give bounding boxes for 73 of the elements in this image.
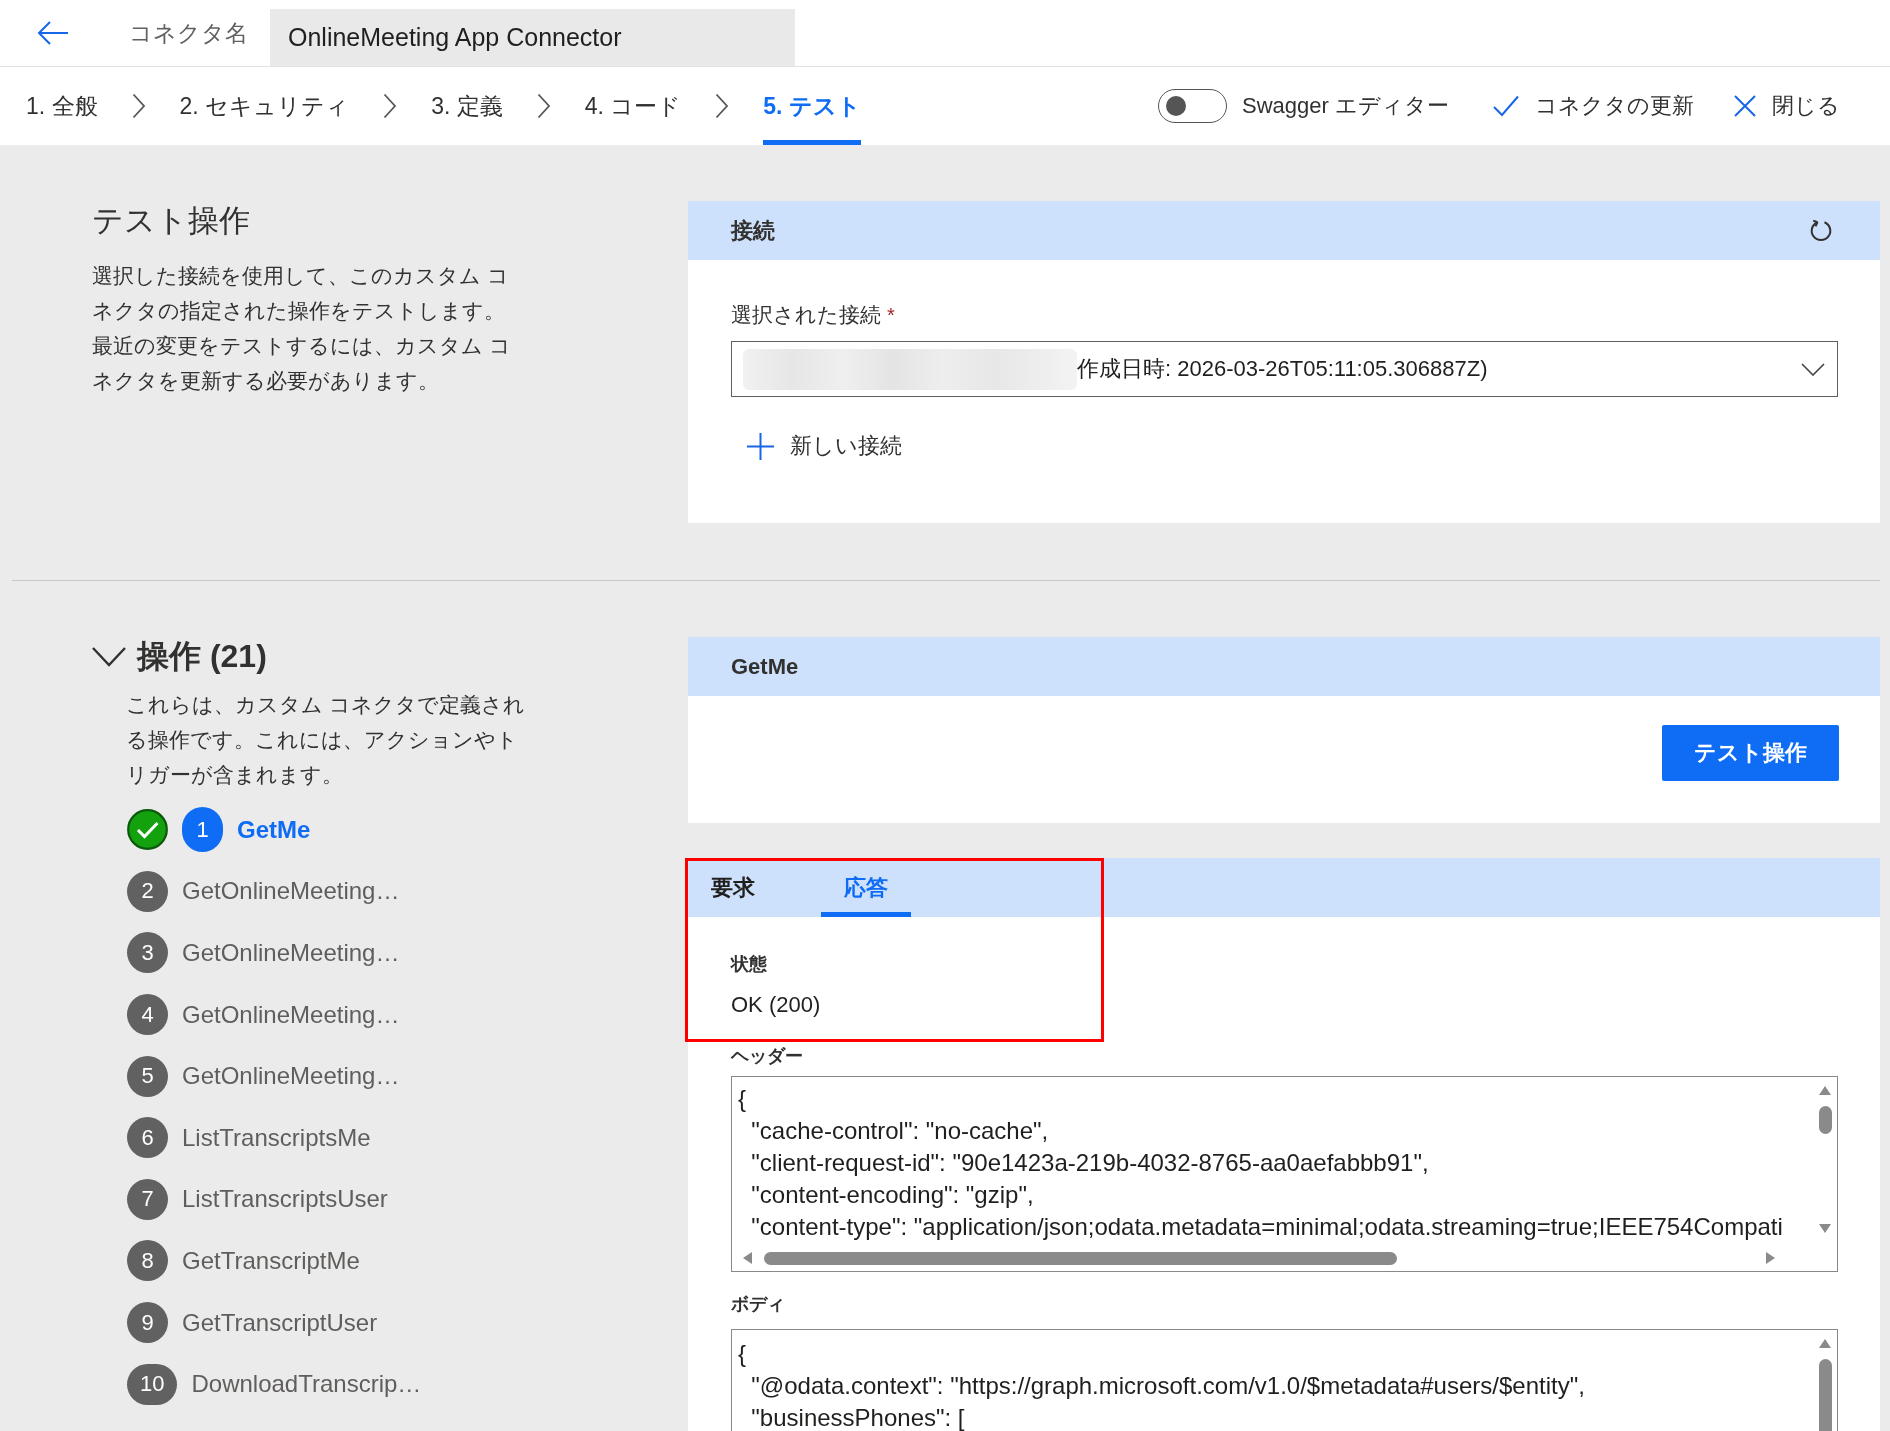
card-title: 接続: [731, 216, 775, 245]
scroll-up-arrow-icon[interactable]: [1819, 1086, 1831, 1095]
step-tab[interactable]: 4. コード: [584, 67, 682, 145]
body-code-box[interactable]: { "@odata.context": "https://graph.microsoft.com/v1.0/$metadata#users/$entity", "businessPhones": [: [731, 1329, 1838, 1431]
description-text: これらは、カスタム コネクタで定義される操作です。これには、アクションやトリガーが含まれます。: [126, 692, 526, 788]
new-connection-button[interactable]: 新しい接続: [731, 424, 902, 468]
number-badge: 3: [127, 932, 168, 974]
operations-header-button[interactable]: 操作 (21): [92, 637, 267, 677]
chevron-right-icon: [383, 93, 398, 119]
code-text: { "@odata.context": "https://graph.microsoft.com/v1.0/$metadata#users/$entity", "businessPhones": [: [737, 1339, 1586, 1431]
scrollbar-thumb[interactable]: [764, 1251, 1397, 1265]
chevron-right-icon: [536, 93, 551, 119]
card-title: GetMe: [731, 653, 799, 680]
refresh-icon: [1809, 218, 1833, 243]
chevron-right-icon: [715, 93, 730, 119]
field-label: 状態: [731, 953, 768, 976]
back-arrow-icon: [37, 21, 69, 45]
required-mark: *: [887, 303, 895, 327]
description-text: 選択した接続を使用して、このカスタム コネクタの指定された操作をテストします。: [92, 263, 510, 324]
close-button[interactable]: 閉じる: [1734, 91, 1840, 121]
operation-item[interactable]: 2 GetOnlineMeeting…: [127, 860, 400, 923]
back-button[interactable]: [37, 21, 69, 45]
scrollbar-thumb[interactable]: [1818, 1106, 1832, 1134]
toggle-switch[interactable]: [1158, 89, 1228, 123]
description-text: 最近の変更をテストするには、カスタム コネクタを更新する必要があります。: [92, 333, 512, 394]
operation-item[interactable]: 7 ListTranscriptsUser: [127, 1168, 388, 1231]
checkmark-icon: [1493, 95, 1519, 117]
update-connector-button[interactable]: コネクタの更新: [1493, 91, 1694, 121]
result-tab[interactable]: 要求: [688, 858, 778, 917]
scroll-right-arrow-icon[interactable]: [1766, 1252, 1775, 1264]
step-tab[interactable]: 3. 定義: [431, 67, 503, 145]
scroll-up-arrow-icon[interactable]: [1819, 1339, 1831, 1348]
number-badge: 8: [127, 1240, 168, 1282]
field-label: ヘッダー: [731, 1045, 804, 1068]
field-label: ボディ: [731, 1293, 786, 1316]
code-text: { "cache-control": "no-cache", "client-request-id": "90e1423a-219b-4032-8765-aa0aefabbb91", "content-encoding": "gzip", "content-type": "application/json;odata.metadata=minimal;odata.streaming=true;IEEE754Compati: [737, 1084, 1784, 1242]
connector-name-field[interactable]: OnlineMeeting App Connector: [270, 9, 795, 66]
number-badge: 5: [127, 1055, 168, 1097]
chevron-down-icon: [1801, 362, 1825, 376]
number-badge: 10: [127, 1363, 178, 1405]
number-badge: 4: [127, 994, 168, 1036]
close-icon: [1734, 95, 1756, 117]
step-tab[interactable]: 1. 全般: [26, 67, 98, 145]
refresh-button[interactable]: [1809, 218, 1833, 243]
operation-item[interactable]: 8 GetTranscriptMe: [127, 1230, 360, 1292]
test-operation-button[interactable]: テスト操作: [1662, 725, 1839, 781]
number-badge: 7: [127, 1178, 168, 1220]
connector-name-label: コネクタ名: [129, 18, 248, 48]
section-title: テスト操作: [92, 202, 251, 240]
operation-item[interactable]: 5 GetOnlineMeeting…: [127, 1045, 400, 1107]
plus-icon: [747, 432, 774, 460]
scroll-left-arrow-icon[interactable]: [743, 1252, 752, 1264]
result-tab[interactable]: 応答: [821, 858, 911, 917]
number-badge: 6: [127, 1117, 168, 1159]
step-tab[interactable]: 2. セキュリティ: [179, 67, 350, 145]
chevron-right-icon: [131, 93, 146, 119]
number-badge: 2: [127, 870, 168, 912]
status-value: OK (200): [731, 991, 822, 1019]
operation-item[interactable]: 1 GetMe: [127, 799, 311, 861]
number-badge: 1: [182, 807, 223, 853]
operation-item[interactable]: 4 GetOnlineMeeting…: [127, 983, 400, 1046]
operation-item[interactable]: 9 GetTranscriptUser: [127, 1291, 378, 1354]
operation-item[interactable]: 6 ListTranscriptsMe: [127, 1106, 371, 1169]
connection-dropdown[interactable]: 作成日時: 2026-03-26T05:11:05.306887Z): [731, 341, 1838, 397]
chevron-down-icon: [92, 647, 126, 667]
operation-item[interactable]: 3 GetOnlineMeeting…: [127, 922, 400, 984]
toggle-label: Swagger エディター: [1242, 92, 1449, 120]
headers-code-box[interactable]: [731, 1076, 1838, 1272]
operation-item[interactable]: 10 DownloadTranscrip…: [127, 1353, 422, 1415]
number-badge: 9: [127, 1302, 168, 1344]
field-label: 選択された接続: [731, 302, 881, 328]
scroll-down-arrow-icon[interactable]: [1819, 1224, 1831, 1233]
dropdown-value: 作成日時: 2026-03-26T05:11:05.306887Z): [1077, 355, 1489, 383]
